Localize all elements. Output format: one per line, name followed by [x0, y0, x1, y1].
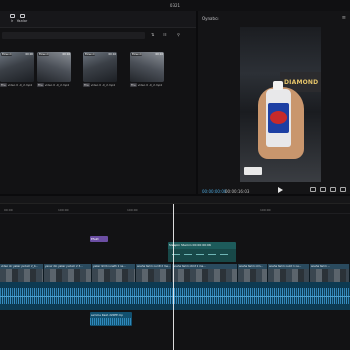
clip-thumbnail [130, 52, 164, 82]
player-controls [310, 187, 346, 192]
ruler-tick: 00:00 [4, 208, 13, 212]
text-icon [19, 14, 25, 18]
label-emblem [270, 111, 287, 124]
sign-text: DIAMOND [284, 79, 319, 86]
tab-text[interactable]: Yazılar [10, 14, 34, 23]
timeline-video-clip[interactable]: aneha tarim nulnt 1 ne... [268, 264, 310, 282]
product-bottle [266, 81, 291, 147]
effect-label: Efekt [91, 237, 99, 241]
clip-duration: 00:10 [155, 53, 163, 56]
menu-icon[interactable]: ≡ [342, 15, 346, 21]
text-clip[interactable]: Sleepin Stemin 00:00:00:06 [168, 242, 236, 262]
effect-clip[interactable]: Efekt [90, 236, 108, 242]
player-title: Oynatıcı [202, 16, 219, 21]
fullscreen-icon[interactable] [330, 187, 336, 192]
clip-badge: Eklendi [38, 53, 50, 56]
play-icon[interactable] [278, 187, 283, 193]
crop-icon[interactable] [310, 187, 316, 192]
media-clip[interactable]: Eklendi 00:00 [0, 52, 34, 82]
text-clip-header: Sleepin Stemin 00:00:00:06 [169, 243, 211, 247]
timeline-video-clip[interactable]: yaker limit nuneth 1 ne... [92, 264, 136, 282]
ruler-tick: 100:00 [58, 208, 69, 212]
audio-clip[interactable]: samme Rash 22KEE mp [90, 312, 132, 326]
timeline-video-clip[interactable]: aneha tarim ... [310, 264, 350, 282]
clip-badge: Eklendi [1, 53, 13, 56]
audio-clip-label: samme Rash 22KEE mp [91, 313, 123, 317]
timeline-video-clip[interactable]: aneha tarim nlm... [238, 264, 268, 282]
audio-clip-waveform [90, 318, 132, 325]
media-clip[interactable]: Eklendi 00:10 [130, 52, 164, 82]
ruler-tick: 100:00 [260, 208, 271, 212]
sort-icon[interactable]: ⇅ [151, 32, 154, 37]
waveform-baseline [0, 296, 350, 297]
timeline-toolbar [0, 196, 350, 204]
media-clip[interactable]: Eklendi 00:16 [37, 52, 71, 82]
timeline-ruler[interactable]: 00:00 100:00 100:00 100:00 [0, 204, 350, 214]
expand-icon[interactable] [340, 187, 346, 192]
ratio-icon[interactable] [320, 187, 326, 192]
clip-filename: File video 0 -0_2.mp4 [83, 83, 116, 87]
title-bar: 0321 [0, 0, 350, 11]
media-clip[interactable]: Eklendi 00:16 [83, 52, 117, 82]
video-preview: DIAMOND [240, 27, 321, 182]
clip-filename: File video 0 -0_2.mp4 [130, 83, 163, 87]
clip-badge: Eklendi [131, 53, 143, 56]
clip-thumbnail [83, 52, 117, 82]
timeline-video-clip[interactable]: video olr yaker yudum 2_4... [0, 264, 44, 282]
bottle-label [268, 103, 289, 133]
clip-filename: File video 0 -0_2.mp4 [0, 83, 33, 87]
media-panel: ⇅ ☷ ⚲ Eklendi 00:00 File video 0 -0_2.mp4… [0, 28, 196, 194]
main-video-track: video olr yaker yudum 2_4... yanur din y… [0, 264, 350, 282]
window-title: 0321 [169, 3, 181, 8]
clip-duration: 00:16 [108, 53, 116, 56]
bottle-cap [273, 81, 283, 90]
clip-duration: 00:16 [62, 53, 70, 56]
clip-duration: 00:00 [25, 53, 33, 56]
clip-badge: Eklendi [84, 53, 96, 56]
ruler-tick: 100:00 [127, 208, 138, 212]
editor-window: 0321 Ir Yazılar ⇅ ☷ ⚲ Eklendi 00:00 File… [0, 0, 350, 350]
timeline-video-clip[interactable]: aneha tarim nurdt 2 me... [136, 264, 172, 282]
timeline-video-clip[interactable]: yanur din yaker yudum 2 3... [44, 264, 92, 282]
view-icon[interactable]: ☷ [163, 32, 167, 37]
clip-thumbnail [0, 52, 34, 82]
clip-filename: File video 0 -0_2.mp4 [37, 83, 70, 87]
license-plate [244, 167, 262, 175]
media-toolbar: Ir Yazılar [0, 11, 196, 28]
player-panel: Oynatıcı ≡ DIAMOND 00:00:00:00 00:00:16:… [198, 11, 350, 194]
media-search-bar[interactable] [2, 32, 145, 39]
text-clip-body [168, 249, 236, 262]
main-audio-waveform[interactable] [0, 282, 350, 310]
playhead[interactable] [173, 204, 174, 350]
clip-thumbnail [37, 52, 71, 82]
timeline-video-clip[interactable]: aneha tarim ntmt 1 me... [172, 264, 238, 282]
tab-text-label: Yazılar [16, 19, 28, 23]
filter-icon[interactable]: ⚲ [177, 32, 180, 37]
